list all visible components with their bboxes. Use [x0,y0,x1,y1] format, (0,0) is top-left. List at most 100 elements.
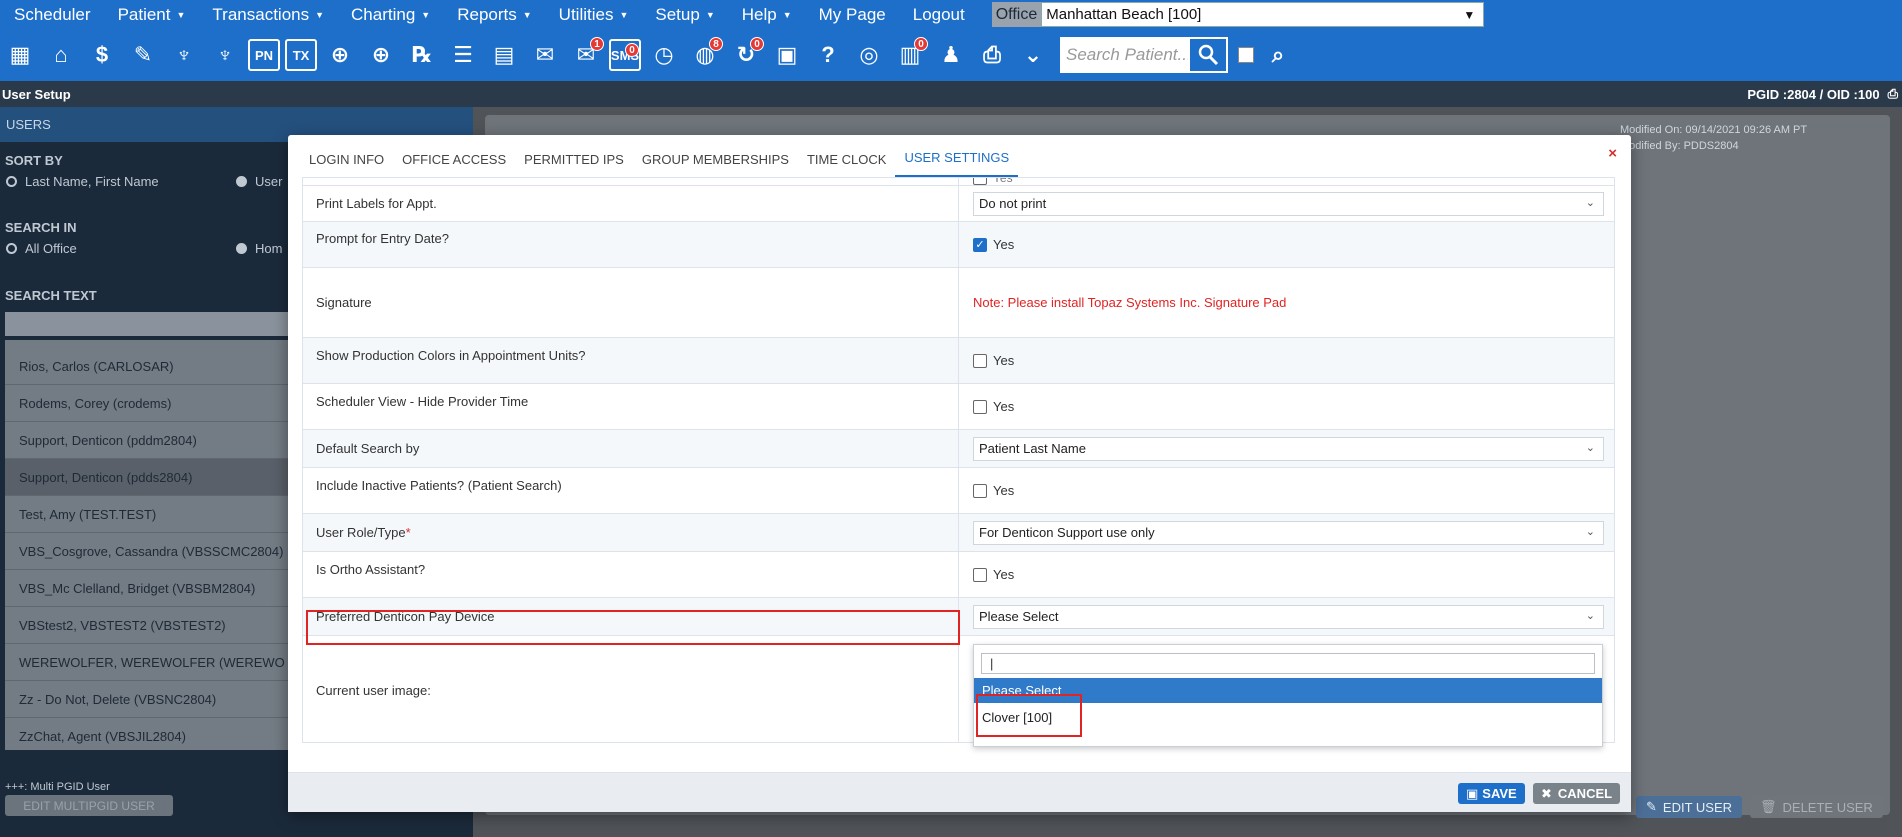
menu-patient[interactable]: Patient ▼ [104,0,199,29]
setting-value: Yes [959,468,1614,513]
search-all-office-radio[interactable]: All Office [6,241,77,256]
tab-user-settings[interactable]: USER SETTINGS [895,135,1019,177]
menu-label: My Page [818,4,886,24]
checkbox-label: Yes [993,237,1015,252]
clock-icon[interactable]: ◷ [646,35,682,75]
menu-help[interactable]: Help ▼ [728,0,805,29]
tab-group-memberships[interactable]: GROUP MEMBERSHIPS [633,135,798,177]
people-icon[interactable]: ♟ [933,35,969,75]
search-patient-icon[interactable] [1188,37,1228,73]
table-row: Include Inactive Patients? (Patient Sear… [303,468,1614,514]
group-search-icon[interactable]: ⌕ [1260,35,1296,75]
default-search-select[interactable]: Patient Last Name ⌄ [973,436,1604,461]
menu-scheduler[interactable]: Scheduler [0,0,104,29]
close-icon: ✖ [1541,785,1552,801]
checkbox[interactable] [973,483,987,498]
setting-value: Yes [959,384,1614,429]
checkbox[interactable] [973,353,987,368]
sort-name-radio[interactable]: Last Name, First Name [6,174,159,189]
add-user-icon[interactable]: ⊕ [322,35,358,75]
help-square-icon[interactable]: ? [810,35,846,75]
edit-icon[interactable]: ✎ [125,35,161,75]
pay-device-select[interactable]: Please Select ⌄ [973,604,1604,629]
recall-icon[interactable]: ↻ 0 [728,35,764,75]
icon-toolbar: ▦ ⌂ $ ✎ ♆ ♆ PN TX ⊕ ⊕ ℞ ☰ ▤ ✉ ✉ 1 SMS 0 ◷ … [0,29,1902,81]
calendar-icon[interactable]: ▦ [2,35,38,75]
close-icon[interactable]: × [1608,145,1617,162]
button-label: EDIT USER [1662,799,1733,815]
setting-label: Show Production Colors in Appointment Un… [303,338,959,383]
save-icon: ▣ [1466,785,1479,801]
mail-icon[interactable]: ✉ [527,35,563,75]
print-labels-select[interactable]: Do not print ⌄ [973,191,1604,216]
delete-user-button[interactable]: 🗑 DELETE USER [1750,796,1883,818]
table-row: Prompt for Entry Date? ✓ Yes [303,222,1614,268]
menu-label: Utilities [558,4,614,24]
sort-user-radio[interactable]: User [236,174,282,189]
tab-office-access[interactable]: OFFICE ACCESS [393,135,515,177]
table-row: Is Ortho Assistant? Yes [303,552,1614,598]
treatment-icon[interactable]: TX [285,39,317,71]
search-placeholder: Search Patient... [1066,45,1192,64]
list-icon[interactable]: ☰ [445,35,481,75]
chevron-down-icon: ⌄ [1585,609,1595,622]
home-icon[interactable]: ⌂ [43,35,79,75]
tab-time-clock[interactable]: TIME CLOCK [798,135,895,177]
edit-multipgid-button[interactable]: EDIT MULTIPGID USER [5,795,173,816]
checkbox-checked[interactable]: ✓ [973,237,987,252]
patient-search-input[interactable]: Search Patient... [1060,37,1228,73]
tooth-icon[interactable]: ♆ [166,35,202,75]
messages-icon[interactable]: ✉ 1 [568,35,604,75]
checkbox-partial[interactable] [973,178,987,185]
user-role-select[interactable]: For Denticon Support use only ⌄ [973,520,1604,545]
select-value: For Denticon Support use only [979,525,1155,540]
doc-check-icon[interactable]: ▥ 0 [892,35,928,75]
globe-icon[interactable]: ◍ 8 [687,35,723,75]
toolbar-checkbox[interactable] [1238,47,1254,63]
edit-user-button[interactable]: ✎ EDIT USER [1636,796,1743,818]
menu-my-page[interactable]: My Page [805,0,899,29]
office-select[interactable]: Manhattan Beach [100] ▼ [1041,2,1485,27]
setting-label: Current user image: [303,636,959,742]
print-icon[interactable]: ⎙ [1888,86,1898,102]
tab-login-info[interactable]: LOGIN INFO [300,135,393,177]
setting-label: Scheduler View - Hide Provider Time [303,384,959,429]
prescription-icon[interactable]: ℞ [404,35,440,75]
chevron-down-square-icon[interactable]: ⌄ [1015,35,1051,75]
save-button[interactable]: ▣ SAVE [1458,783,1525,804]
tooth-square-icon[interactable]: ▣ [769,35,805,75]
caret-down-icon: ▼ [619,9,629,20]
checkbox[interactable] [973,399,987,414]
menu-reports[interactable]: Reports ▼ [443,0,544,29]
search-text-label: SEARCH TEXT [5,288,97,303]
setting-value: For Denticon Support use only ⌄ [959,514,1614,551]
tab-permitted-ips[interactable]: PERMITTED IPS [515,135,633,177]
menu-logout[interactable]: Logout [899,0,978,29]
web-badge: 8 [709,37,723,51]
pencil-icon: ✎ [1646,799,1657,814]
button-label: CANCEL [1557,786,1613,801]
checkbox-label: Yes [993,177,1013,185]
sms-icon[interactable]: SMS 0 [609,39,641,71]
pgid-text: PGID :2804 / OID :100 [1747,86,1880,102]
progress-notes-icon[interactable]: PN [248,39,280,71]
dollar-icon[interactable]: $ [84,35,120,75]
menu-setup[interactable]: Setup ▼ [641,0,727,29]
cancel-button[interactable]: ✖ CANCEL [1533,783,1621,804]
add-group-icon[interactable]: ⊕ [363,35,399,75]
world-icon[interactable]: ◎ [851,35,887,75]
page-header-bar: User Setup PGID :2804 / OID :100 ⎙ [0,81,1902,107]
setting-value: ✓ Yes [959,222,1614,267]
menu-utilities[interactable]: Utilities ▼ [545,0,642,29]
checkbox-label: Yes [993,483,1015,498]
printer-icon[interactable]: ⎙ [974,35,1010,75]
document-icon[interactable]: ▤ [486,35,522,75]
checkbox[interactable] [973,567,987,582]
menu-transactions[interactable]: Transactions ▼ [198,0,337,29]
setting-value: Yes [959,552,1614,597]
menu-charting[interactable]: Charting ▼ [337,0,443,29]
dropdown-search-input[interactable]: | [981,653,1595,674]
search-home-radio[interactable]: Hom [236,241,282,256]
tooth-chart-icon[interactable]: ♆ [207,35,243,75]
chevron-down-icon: ⌄ [1585,196,1595,209]
